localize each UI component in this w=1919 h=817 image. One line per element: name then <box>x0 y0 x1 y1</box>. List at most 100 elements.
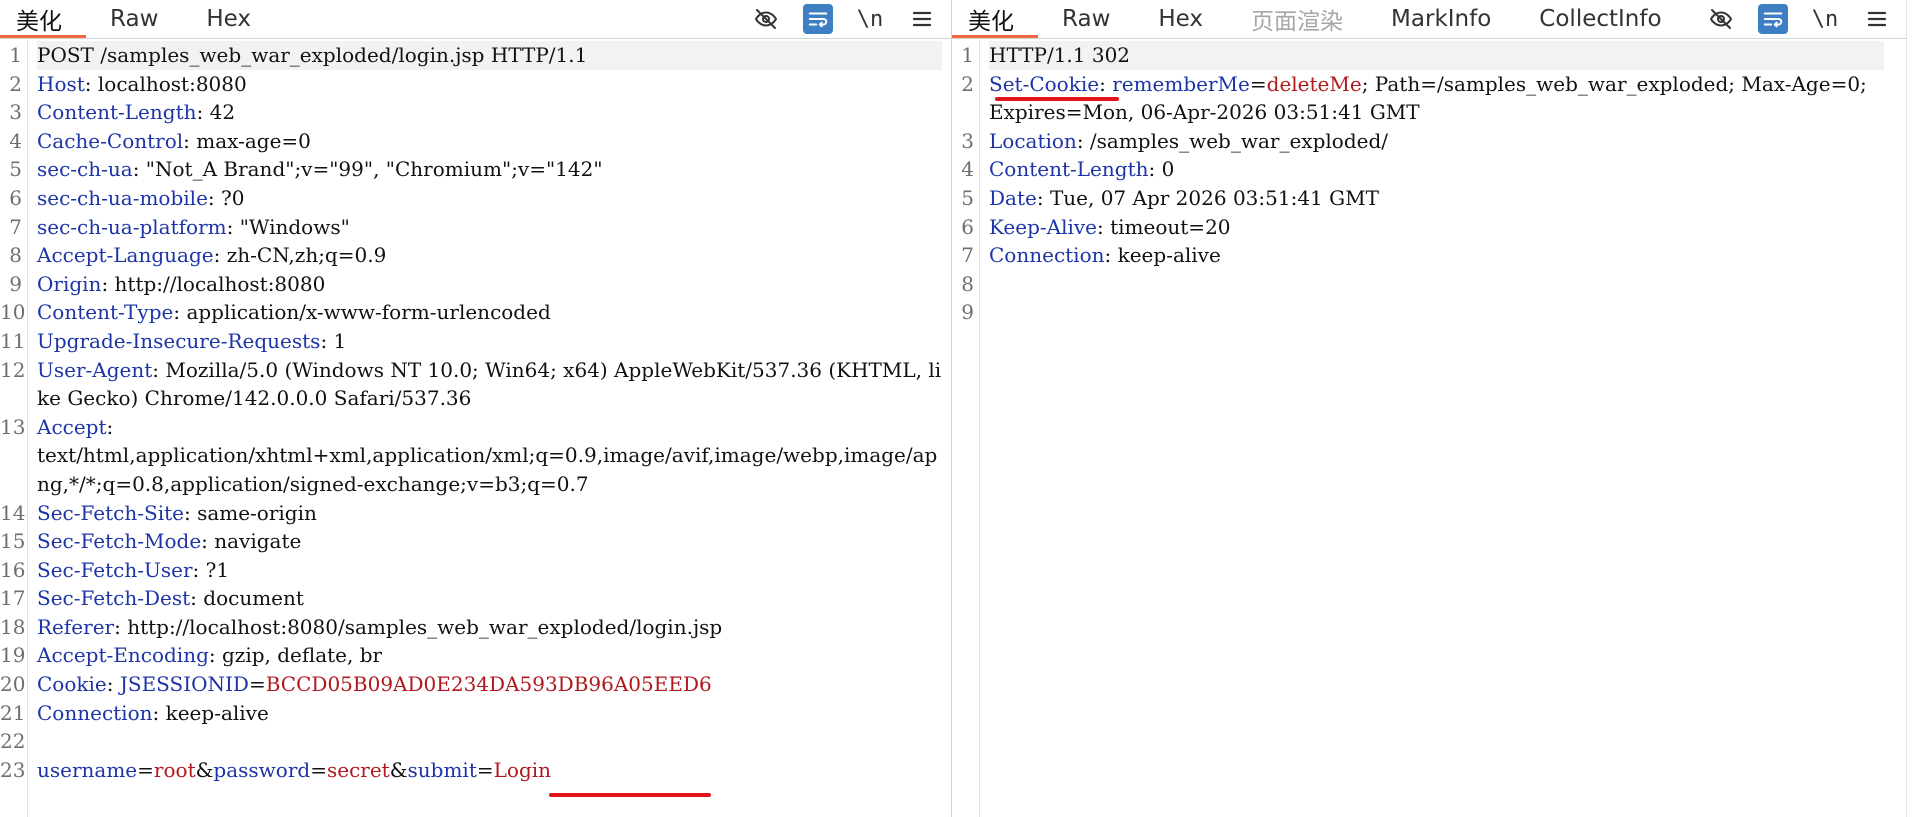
text-segment: : keep-alive <box>1104 243 1221 268</box>
menu-icon[interactable] <box>907 4 937 34</box>
text-segment: : Mozilla/5.0 (Windows NT 10.0; Win64; x… <box>37 357 942 411</box>
code-text: Sec-Fetch-User: ?1 <box>37 556 942 585</box>
line-number: 22 <box>0 729 26 754</box>
header-name: Accept-Language <box>37 243 214 268</box>
code-text: Connection: keep-alive <box>989 241 1884 270</box>
code-line: 16 Sec-Fetch-User: ?1 <box>0 556 951 585</box>
header-name: sec-ch-ua-platform <box>37 214 227 239</box>
code-text: sec-ch-ua: "Not_A Brand";v="99", "Chromi… <box>37 155 942 184</box>
code-line: 4 Content-Length: 0 <box>952 155 1906 184</box>
text-segment: : localhost:8080 <box>84 71 247 96</box>
code-text: Location: /samples_web_war_exploded/ <box>989 127 1884 156</box>
text-segment: : same-origin <box>183 500 317 525</box>
code-text: Sec-Fetch-Site: same-origin <box>37 499 942 528</box>
menu-icon[interactable] <box>1862 4 1892 34</box>
code-text: Content-Length: 0 <box>989 155 1884 184</box>
code-line: 6 Keep-Alive: timeout=20 <box>952 213 1906 242</box>
text-segment: : http://localhost:8080/samples_web_war_… <box>114 614 723 639</box>
header-name: Connection <box>989 243 1105 268</box>
tab-6[interactable]: CollectInfo <box>1515 0 1685 38</box>
code-line: 11 Upgrade-Insecure-Requests: 1 <box>0 327 951 356</box>
text-segment: & <box>389 757 408 782</box>
code-line: 19 Accept-Encoding: gzip, deflate, br <box>0 641 951 670</box>
code-text: Accept-Language: zh-CN,zh;q=0.9 <box>37 241 942 270</box>
line-number: 4 <box>9 128 22 153</box>
code-line: 15 Sec-Fetch-Mode: navigate <box>0 527 951 556</box>
line-number: 6 <box>9 185 22 210</box>
line-number: 6 <box>961 214 974 239</box>
code-text: Cache-Control: max-age=0 <box>37 127 942 156</box>
tab-5[interactable]: MarkInfo <box>1367 0 1515 38</box>
tab-1[interactable]: 美化 <box>952 0 1038 38</box>
response-tabs: 美化 Raw Hex 页面渲染 MarkInfo CollectInfo <box>952 0 1686 38</box>
tab-2[interactable]: Raw <box>86 0 182 38</box>
header-name: Sec-Fetch-Mode <box>37 529 202 554</box>
annotation-underline <box>549 793 711 797</box>
header-name: Connection <box>37 700 153 725</box>
line-number: 7 <box>9 214 22 239</box>
text-segment: HTTP/1.1 302 <box>989 43 1131 67</box>
header-name: sec-ch-ua <box>37 157 133 182</box>
tab-3[interactable]: Hex <box>1134 0 1227 38</box>
code-line: 17 Sec-Fetch-Dest: document <box>0 584 951 613</box>
text-segment: : 42 <box>196 100 236 125</box>
eye-off-icon[interactable] <box>1706 4 1736 34</box>
header-name: Cookie <box>37 672 107 697</box>
code-line: 8 <box>952 270 1906 299</box>
header-name: Sec-Fetch-Site <box>37 500 184 525</box>
code-text: Sec-Fetch-Mode: navigate <box>37 527 942 556</box>
eye-off-icon[interactable] <box>751 4 781 34</box>
code-line: 23 username=root&password=secret&submit=L… <box>0 756 951 785</box>
annotation-underline <box>995 97 1119 101</box>
response-toolbar: \n <box>1706 0 1892 38</box>
text-segment: : timeout=20 <box>1097 214 1231 239</box>
response-editor[interactable]: 1 HTTP/1.1 302 2 Set-Cookie: rememberMe=del… <box>952 41 1906 327</box>
code-line: 7 Connection: keep-alive <box>952 241 1906 270</box>
text-segment: = <box>476 757 494 782</box>
code-text: username=root&password=secret&submit=Log… <box>37 756 942 785</box>
text-segment: : http://localhost:8080 <box>101 271 326 296</box>
code-line: 8 Accept-Language: zh-CN,zh;q=0.9 <box>0 241 951 270</box>
line-number: 8 <box>9 243 22 268</box>
header-name: Cache-Control <box>37 128 184 153</box>
code-text: Upgrade-Insecure-Requests: 1 <box>37 327 942 356</box>
text-segment: POST /samples_web_war_exploded/login.jsp… <box>37 43 588 67</box>
tab-1[interactable]: 美化 <box>0 0 86 38</box>
request-editor[interactable]: 1 POST /samples_web_war_exploded/login.js… <box>0 41 951 784</box>
header-name: Set-Cookie <box>989 71 1100 96</box>
param-name: rememberMe <box>1112 71 1250 96</box>
text-segment: : keep-alive <box>152 700 269 725</box>
line-number: 13 <box>0 414 26 439</box>
code-text: User-Agent: Mozilla/5.0 (Windows NT 10.0… <box>37 356 942 413</box>
header-name: Accept-Encoding <box>37 643 209 668</box>
header-name: Content-Length <box>37 100 197 125</box>
tab-2[interactable]: Raw <box>1038 0 1134 38</box>
header-name: Host <box>37 71 85 96</box>
header-name: Sec-Fetch-Dest <box>37 586 191 611</box>
code-text: Host: localhost:8080 <box>37 70 942 99</box>
line-number: 2 <box>961 71 974 96</box>
wrap-icon[interactable] <box>803 4 833 34</box>
header-name: Upgrade-Insecure-Requests <box>37 328 321 353</box>
code-line: 1 POST /samples_web_war_exploded/login.js… <box>0 41 951 70</box>
line-number: 23 <box>0 757 26 782</box>
code-line: 22 <box>0 727 951 756</box>
line-number: 9 <box>9 271 22 296</box>
response-tabbar: 美化 Raw Hex 页面渲染 MarkInfo CollectInfo \n <box>952 0 1906 39</box>
tab-3[interactable]: Hex <box>182 0 275 38</box>
newline-toggle[interactable]: \n <box>855 4 885 34</box>
text-segment: : text/html,application/xhtml+xml,applic… <box>37 414 938 496</box>
code-text: Set-Cookie: rememberMe=deleteMe; Path=/s… <box>989 70 1884 127</box>
text-segment: : application/x-www-form-urlencoded <box>173 300 551 325</box>
line-number: 9 <box>961 300 974 325</box>
wrap-icon[interactable] <box>1758 4 1788 34</box>
header-name: sec-ch-ua-mobile <box>37 185 208 210</box>
newline-toggle[interactable]: \n <box>1810 4 1840 34</box>
text-segment: & <box>195 757 214 782</box>
line-number: 2 <box>9 71 22 96</box>
line-number: 1 <box>961 43 974 67</box>
line-number: 3 <box>961 128 974 153</box>
code-line: 3 Location: /samples_web_war_exploded/ <box>952 127 1906 156</box>
text-segment: : gzip, deflate, br <box>208 643 383 668</box>
code-line: 14 Sec-Fetch-Site: same-origin <box>0 499 951 528</box>
